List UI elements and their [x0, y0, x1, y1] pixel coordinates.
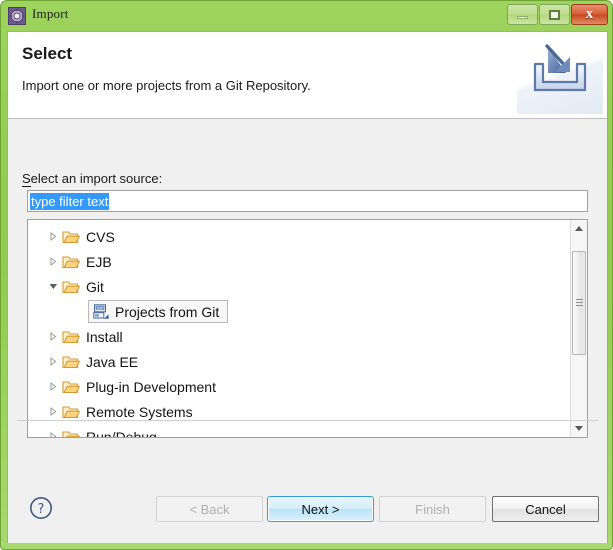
- source-label-rest: elect an import source:: [30, 171, 163, 186]
- tree-item-label: Plug-in Development: [86, 378, 216, 395]
- dialog-content: Select Import one or more projects from …: [7, 31, 608, 543]
- tree-scrollbar[interactable]: [570, 220, 587, 437]
- tree-item-ejb[interactable]: EJB: [28, 249, 571, 274]
- folder-icon: [62, 279, 80, 295]
- tree-item-label: Remote Systems: [86, 403, 193, 420]
- back-button-label: < Back: [189, 501, 230, 517]
- scroll-up-arrow[interactable]: [571, 220, 587, 237]
- chevron-right-icon[interactable]: [44, 349, 62, 374]
- svg-text:?: ?: [38, 502, 45, 517]
- scroll-thumb[interactable]: [572, 251, 586, 355]
- tree-item-plug-in-development[interactable]: Plug-in Development: [28, 374, 571, 399]
- folder-icon: [62, 229, 80, 245]
- close-button[interactable]: x: [571, 4, 608, 25]
- maximize-button[interactable]: [539, 4, 570, 25]
- cancel-button[interactable]: Cancel: [492, 496, 599, 522]
- tree-item-install[interactable]: Install: [28, 324, 571, 349]
- import-tray-icon: [517, 36, 603, 114]
- import-dialog-window: Import x Select Import one or more proje…: [0, 0, 613, 550]
- cancel-button-label: Cancel: [525, 501, 566, 517]
- svg-text:GIT: GIT: [97, 306, 104, 310]
- finish-button: Finish: [379, 496, 486, 522]
- tree-item-label: Git: [86, 278, 104, 295]
- chevron-right-icon[interactable]: [44, 249, 62, 274]
- minimize-icon: [508, 5, 537, 24]
- tree-item-git[interactable]: Git: [28, 274, 571, 299]
- wizard-banner: Select Import one or more projects from …: [8, 32, 607, 119]
- tree-item-label: Java EE: [86, 353, 139, 370]
- page-title: Select: [22, 44, 73, 63]
- help-icon[interactable]: ?: [29, 496, 53, 520]
- chevron-down-icon[interactable]: [44, 274, 62, 299]
- folder-icon: [62, 329, 80, 345]
- tree-item-label: Run/Debug: [86, 428, 157, 438]
- tree-item-java-ee[interactable]: Java EE: [28, 349, 571, 374]
- scroll-grip-icon: [576, 299, 583, 308]
- git-repository-icon: GIT: [93, 303, 110, 320]
- tree-item-label: CVS: [86, 228, 115, 245]
- source-label-mnemonic: S: [22, 171, 31, 187]
- back-button[interactable]: < Back: [156, 496, 263, 522]
- dialog-body: Select an import source: type filter tex…: [8, 119, 607, 438]
- filter-input-value: type filter text: [30, 193, 110, 210]
- import-source-tree[interactable]: http://blog.csdn.net/iaiti: [27, 219, 588, 438]
- scroll-down-arrow[interactable]: [571, 420, 587, 437]
- close-icon: x: [572, 5, 607, 24]
- next-button-label: Next >: [301, 501, 340, 517]
- title-bar[interactable]: Import x: [1, 1, 612, 31]
- maximize-icon: [540, 5, 569, 24]
- button-bar-separator: [17, 420, 598, 421]
- tree-item-label: Install: [86, 328, 123, 345]
- folder-icon: [62, 354, 80, 370]
- folder-icon: [62, 404, 80, 420]
- folder-icon: [62, 379, 80, 395]
- filter-input[interactable]: type filter text: [27, 190, 588, 212]
- page-description: Import one or more projects from a Git R…: [22, 78, 311, 93]
- import-source-label: Select an import source:: [22, 171, 163, 187]
- tree-item-run-debug[interactable]: Run/Debug: [28, 424, 571, 438]
- folder-icon: [62, 254, 80, 270]
- tree-item-projects-from-git[interactable]: GIT Projects from Git: [28, 299, 571, 324]
- close-glyph: x: [585, 6, 594, 22]
- chevron-right-icon[interactable]: [44, 424, 62, 437]
- finish-button-label: Finish: [415, 501, 450, 517]
- minimize-button[interactable]: [507, 4, 538, 25]
- chevron-right-icon[interactable]: [44, 224, 62, 249]
- tree-item-cvs[interactable]: CVS: [28, 224, 571, 249]
- window-title: Import: [32, 6, 69, 21]
- tree-item-label: Projects from Git: [115, 303, 220, 320]
- next-button[interactable]: Next >: [267, 496, 374, 522]
- folder-icon: [62, 429, 80, 437]
- chevron-right-icon[interactable]: [44, 324, 62, 349]
- tree-item-label: EJB: [86, 253, 112, 270]
- import-wizard-icon: [8, 7, 26, 25]
- chevron-right-icon[interactable]: [44, 374, 62, 399]
